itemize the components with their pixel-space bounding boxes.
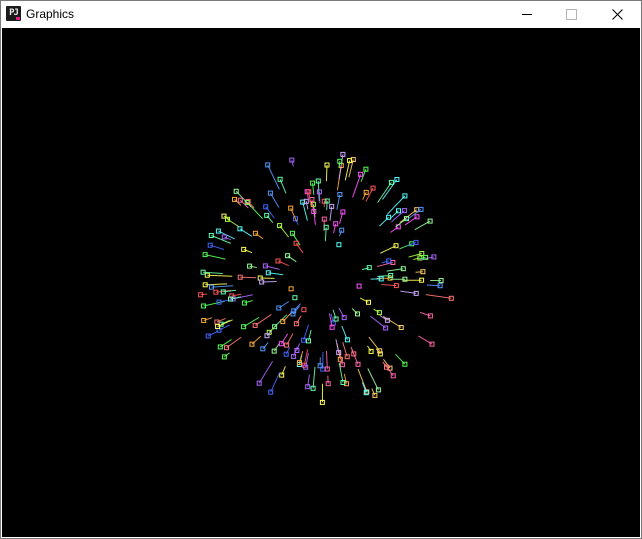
title-bar[interactable]: PJ Graphics (1, 1, 641, 27)
maximize-button (549, 1, 594, 27)
particle-trail (207, 274, 233, 277)
particle-trail (338, 362, 344, 383)
particle-trail (211, 285, 234, 288)
close-icon (612, 8, 623, 20)
particle-trail (306, 191, 309, 199)
particle-trail (338, 307, 345, 318)
particle (292, 295, 298, 301)
particle-trail (326, 350, 328, 370)
particle-trail (258, 360, 274, 384)
particle-trail (249, 265, 257, 268)
particle-trail (425, 294, 452, 299)
particle-trail (262, 342, 269, 350)
particle-trail (251, 335, 262, 345)
processing-app-icon[interactable]: PJ (6, 6, 21, 21)
particle-trail (344, 160, 351, 181)
particle-trail (379, 216, 389, 227)
particle-trail (390, 226, 399, 233)
app-icon-accent (16, 17, 20, 20)
graphics-window: PJ Graphics (0, 0, 642, 539)
maximize-icon (566, 8, 577, 20)
window-title: Graphics (26, 7, 75, 21)
minimize-button[interactable] (504, 1, 549, 27)
graphics-canvas[interactable] (2, 28, 640, 537)
particle-trail (205, 283, 228, 286)
particle-trail (352, 174, 362, 198)
particle-trail (305, 201, 309, 210)
particle-trail (255, 232, 264, 240)
particle-trail (415, 271, 423, 273)
particle-trail (273, 343, 280, 352)
particle-trail (351, 308, 358, 315)
particle (356, 283, 362, 289)
particle-trail (367, 368, 379, 391)
particle-trail (266, 215, 274, 224)
particle-trail (280, 333, 289, 344)
particle-trail (312, 366, 316, 389)
particle-trail (326, 200, 328, 211)
particle-trail (317, 180, 320, 201)
particle-trail (377, 182, 392, 203)
particle (336, 242, 342, 248)
particle-trail (287, 255, 297, 263)
particle-trail (357, 368, 368, 393)
particle-trail (291, 159, 294, 167)
particle-trail (204, 254, 226, 260)
particle (288, 286, 294, 292)
particle-trail (413, 257, 421, 260)
particle-trail (211, 235, 231, 244)
close-button[interactable] (595, 1, 640, 27)
particle (301, 307, 307, 313)
minimize-icon (521, 13, 532, 15)
particle-trail (200, 293, 208, 296)
particle-trail (267, 164, 280, 190)
particle-trail (270, 372, 281, 393)
particle-trail (231, 293, 242, 297)
firework-burst (198, 151, 454, 405)
